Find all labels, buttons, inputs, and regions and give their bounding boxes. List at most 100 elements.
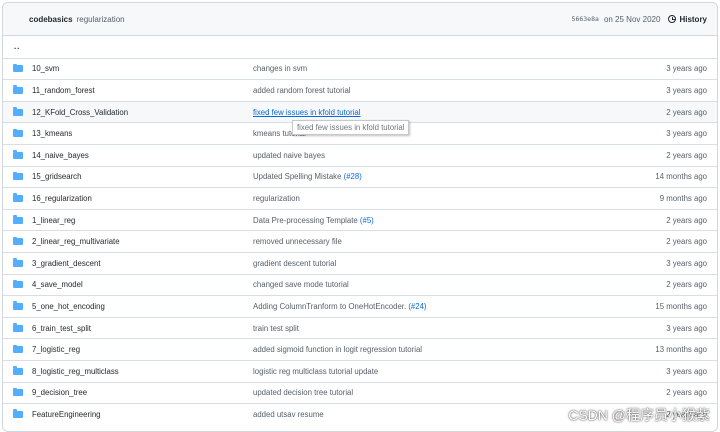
commit-message-text: Adding ColumnTranform to OneHotEncoder.: [253, 301, 407, 311]
commit-message-link[interactable]: changes in svm: [253, 64, 307, 73]
commit-message-link[interactable]: gradient descent tutorial: [253, 259, 336, 268]
folder-icon: [13, 150, 23, 159]
commit-age: 15 months ago: [655, 301, 707, 311]
commit-message-link[interactable]: added utsav resume: [253, 410, 324, 419]
pull-request-link[interactable]: (#5): [360, 216, 374, 225]
commit-message-link[interactable]: removed unnecessary file: [253, 237, 342, 246]
commit-age: 3 years ago: [666, 85, 707, 95]
folder-name-link[interactable]: 5_one_hot_encoding: [32, 302, 105, 311]
commit-message-text: updated naive bayes: [253, 150, 325, 160]
commit-message-link[interactable]: changed save mode tutorial: [253, 280, 349, 289]
folder-icon: [13, 215, 23, 224]
folder-name-link[interactable]: 9_decision_tree: [32, 388, 87, 397]
file-row[interactable]: 14_naive_bayes updated naive bayes 2 years…: [3, 143, 717, 166]
commit-message-text: updated decision tree tutorial: [253, 388, 354, 398]
folder-icon: [13, 279, 23, 289]
commit-message-text: logistic reg multiclass tutorial update: [253, 366, 379, 376]
file-row[interactable]: 3_gradient_descent gradient descent tutor…: [3, 251, 717, 274]
commit-age: 3 years ago: [666, 258, 707, 268]
folder-icon: [13, 128, 23, 138]
commit-message-link[interactable]: updated naive bayes: [253, 151, 325, 160]
file-row[interactable]: 16_regularization regularization 9 months …: [3, 187, 717, 209]
commit-message-link[interactable]: added sigmoid function in logit regressi…: [253, 345, 422, 354]
commit-message-link[interactable]: regularization: [253, 194, 300, 203]
commit-message-text: changed save mode tutorial: [253, 280, 349, 290]
file-row[interactable]: 6_train_test_split train test split 3 year…: [3, 316, 717, 339]
parent-directory-link[interactable]: ..: [14, 42, 20, 51]
file-row[interactable]: 4_save_model changed save mode tutorial 2 …: [3, 273, 717, 296]
commit-age: 3 years ago: [666, 64, 707, 74]
folder-name-link[interactable]: 11_random_forest: [32, 86, 95, 95]
commit-message-link[interactable]: updated decision tree tutorial: [253, 388, 353, 397]
commit-message-text: added random forest tutorial: [253, 85, 351, 95]
commit-message-text: gradient descent tutorial: [253, 258, 337, 268]
folder-icon: [13, 236, 23, 246]
folder-icon: [13, 366, 23, 375]
file-row[interactable]: 8_logistic_reg_multiclass logistic reg mu…: [3, 359, 717, 382]
folder-name-link[interactable]: 15_gridsearch: [32, 172, 81, 181]
parent-directory-row[interactable]: ..: [3, 36, 717, 58]
file-row[interactable]: 2_linear_reg_multivariate removed unneces…: [3, 230, 717, 252]
commit-message-link[interactable]: logistic reg multiclass tutorial update: [253, 367, 378, 376]
commit-message-link[interactable]: Adding ColumnTranform to OneHotEncoder. …: [253, 302, 427, 311]
folder-icon: [13, 387, 23, 397]
commit-message-text: removed unnecessary file: [253, 237, 342, 247]
file-row[interactable]: 5_one_hot_encoding Adding ColumnTranform …: [3, 295, 717, 317]
folder-name-link[interactable]: 16_regularization: [32, 194, 92, 203]
commit-message-link[interactable]: fixed few issues in kfold tutorial: [253, 108, 360, 117]
history-link[interactable]: History: [668, 15, 707, 24]
file-row[interactable]: 10_svm changes in svm 3 years ago: [3, 57, 717, 80]
folder-name-link[interactable]: 2_linear_reg_multivariate: [32, 237, 120, 246]
folder-name-link[interactable]: 4_save_model: [32, 280, 83, 289]
file-row[interactable]: 9_decision_tree updated decision tree tut…: [3, 381, 717, 404]
commit-message-link[interactable]: added random forest tutorial: [253, 86, 351, 95]
file-row[interactable]: 7_logistic_reg added sigmoid function in …: [3, 338, 717, 360]
pull-request-link[interactable]: (#24): [408, 302, 426, 311]
file-row[interactable]: 1_linear_reg Data Pre-processing Template…: [3, 208, 717, 231]
commit-message-text: added utsav resume: [253, 409, 324, 419]
pull-request-link[interactable]: (#28): [344, 172, 362, 181]
folder-name-link[interactable]: 7_logistic_reg: [32, 345, 80, 354]
file-list: .. 10_svm changes in svm 3 years ago 11_ran…: [3, 36, 717, 425]
folder-name-link[interactable]: FeatureEngineering: [32, 410, 101, 419]
folder-icon: [13, 107, 23, 116]
commit-age: 2 years ago: [666, 215, 707, 225]
commit-age: 2 years ago: [666, 388, 707, 398]
commit-age: 14 months ago: [655, 172, 707, 182]
folder-name-link[interactable]: 6_train_test_split: [32, 324, 91, 333]
commit-age: 13 months ago: [655, 345, 707, 355]
folder-name-link[interactable]: 13_kmeans: [32, 129, 72, 138]
folder-name-link[interactable]: 12_KFold_Cross_Validation: [32, 108, 128, 117]
commit-age: 3 years ago: [666, 323, 707, 333]
commit-age: 2 years ago: [666, 237, 707, 247]
folder-name-link[interactable]: 10_svm: [32, 64, 59, 73]
folder-name-link[interactable]: 14_naive_bayes: [32, 151, 89, 160]
commit-message-link[interactable]: Data Pre-processing Template (#5): [253, 216, 374, 225]
folder-name-link[interactable]: 3_gradient_descent: [32, 259, 101, 268]
latest-commit-bar: codebasics regularization 5663e8a on 25 …: [3, 3, 717, 36]
commit-message-text: added sigmoid function in logit regressi…: [253, 345, 423, 355]
file-row[interactable]: 15_gridsearch Updated Spelling Mistake (#…: [3, 165, 717, 188]
commit-message-text: fixed few issues in kfold tutorial: [253, 107, 361, 117]
commit-message-link[interactable]: Updated Spelling Mistake (#28): [253, 172, 362, 181]
folder-icon: [13, 258, 23, 267]
commit-message-text: regularization: [253, 193, 300, 203]
folder-icon: [13, 193, 23, 202]
commit-age: 2 years ago: [666, 280, 707, 290]
folder-icon: [13, 171, 23, 181]
commit-age: 3 years ago: [666, 366, 707, 376]
commit-sha[interactable]: 5663e8a: [572, 15, 599, 23]
folder-name-link[interactable]: 8_logistic_reg_multiclass: [32, 367, 119, 376]
commit-age: 2 years ago: [666, 107, 707, 117]
commit-author[interactable]: codebasics: [29, 15, 73, 24]
commit-age: 3 years ago: [666, 129, 707, 139]
folder-name-link[interactable]: 1_linear_reg: [32, 216, 75, 225]
commit-date: on 25 Nov 2020: [603, 14, 661, 24]
commit-message-text: changes in svm: [253, 64, 308, 74]
folder-icon: [13, 301, 23, 310]
watermark: CSDN @程序员小猴紫: [568, 407, 710, 423]
commit-message-link[interactable]: train test split: [253, 324, 299, 333]
folder-icon: [13, 409, 23, 418]
commit-message[interactable]: regularization: [77, 15, 125, 24]
file-row[interactable]: 11_random_forest added random forest tuto…: [3, 79, 717, 101]
